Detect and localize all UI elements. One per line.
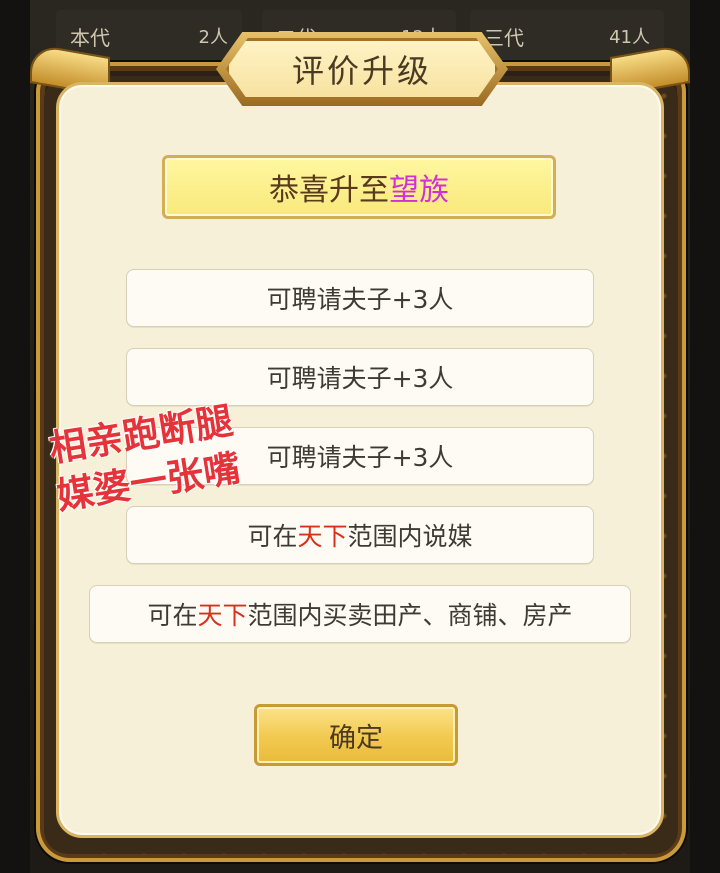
right-edge [690, 0, 720, 873]
title-plate: 评价升级 [226, 38, 498, 100]
reward-text: 可聘请夫子+3人 [266, 285, 454, 314]
reward-item: 可聘请夫子+3人 [126, 348, 594, 406]
reward-scope-highlight: 天下 [297, 522, 348, 551]
reward-text: 可聘请夫子+3人 [266, 364, 454, 393]
background-tab-count: 41人 [609, 27, 650, 48]
reward-item: 可在 天下 范围内说媒 [126, 506, 594, 564]
rank-name: 望族 [389, 173, 449, 208]
reward-item: 可聘请夫子+3人 [126, 269, 594, 327]
congrats-prefix: 恭喜升至 [269, 173, 389, 208]
reward-text: 范围内说媒 [347, 522, 473, 551]
left-edge [0, 0, 30, 873]
reward-text: 范围内买卖田产、商铺、房产 [247, 601, 573, 630]
background-tab-label: 本代 [70, 25, 110, 50]
congrats-banner: 恭喜升至 望族 [162, 155, 556, 219]
reward-text: 可在 [147, 601, 198, 630]
dialog-title: 评价升级 [291, 52, 432, 90]
background-tab-count: 2人 [198, 27, 228, 48]
reward-scope-highlight: 天下 [197, 601, 248, 630]
reward-text: 可聘请夫子+3人 [266, 443, 454, 472]
confirm-button[interactable]: 确定 [254, 704, 458, 766]
reward-text: 可在 [247, 522, 298, 551]
reward-item: 可在 天下 范围内买卖田产、商铺、房产 [89, 585, 631, 643]
